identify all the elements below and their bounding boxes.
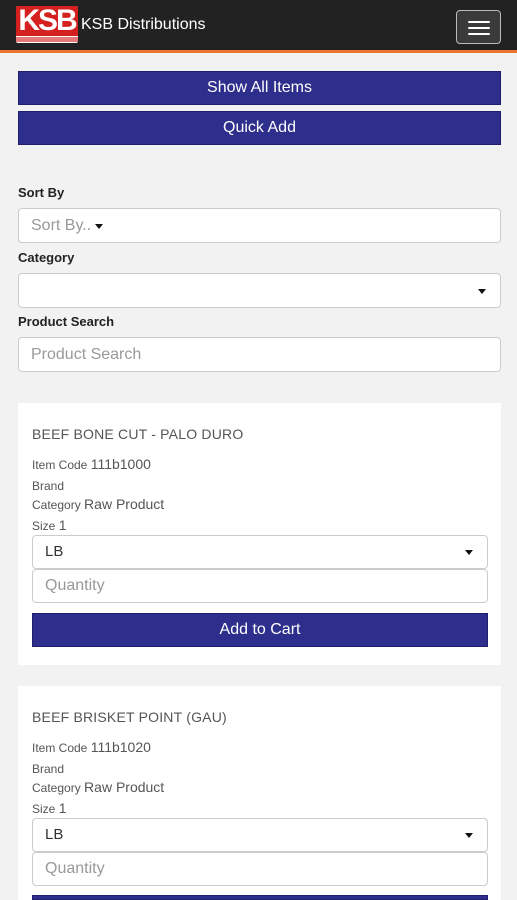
category-row: Category Raw Product <box>32 496 164 512</box>
brand-title[interactable]: KSB Distributions <box>81 15 206 35</box>
item-code-label: Item Code <box>32 741 88 755</box>
category-label: Category <box>18 250 75 265</box>
chevron-down-icon <box>478 289 486 294</box>
product-search-input[interactable]: Product Search <box>18 337 501 372</box>
sort-by-label: Sort By <box>18 185 65 200</box>
size-row: Size 1 <box>32 800 66 816</box>
quantity-input[interactable]: Quantity <box>32 852 488 886</box>
product-card: BEEF BONE CUT - PALO DURO Item Code 111b… <box>18 403 501 665</box>
category-value: Raw Product <box>84 779 165 795</box>
add-to-cart-button[interactable] <box>32 895 488 900</box>
category-row: Category Raw Product <box>32 779 164 795</box>
quantity-input[interactable]: Quantity <box>32 569 488 603</box>
menu-toggle-button[interactable] <box>456 10 501 44</box>
quick-add-button[interactable]: Quick Add <box>18 111 501 145</box>
logo-underline <box>16 37 78 42</box>
brand-label: Brand <box>32 762 65 776</box>
size-value: 1 <box>58 517 67 533</box>
unit-value: LB <box>45 826 64 843</box>
sort-by-select[interactable]: Sort By.. <box>18 208 501 243</box>
header-accent-line <box>0 50 517 53</box>
size-value: 1 <box>58 800 67 816</box>
add-to-cart-button[interactable]: Add to Cart <box>32 613 488 647</box>
size-row: Size 1 <box>32 517 66 533</box>
show-all-items-button[interactable]: Show All Items <box>18 71 501 105</box>
chevron-down-icon <box>95 224 103 229</box>
size-label: Size <box>32 802 56 816</box>
product-name: BEEF BRISKET POINT (GAU) <box>32 709 227 725</box>
item-code-value: 111b1000 <box>90 456 151 472</box>
item-code-label: Item Code <box>32 458 88 472</box>
category-label: Category <box>32 498 81 512</box>
item-code-row: Item Code 111b1020 <box>32 739 151 755</box>
unit-select[interactable]: LB <box>32 818 488 852</box>
brand-label: Brand <box>32 479 65 493</box>
item-code-row: Item Code 111b1000 <box>32 456 151 472</box>
category-select[interactable] <box>18 273 501 308</box>
unit-value: LB <box>45 543 64 560</box>
size-label: Size <box>32 519 56 533</box>
ksb-logo[interactable]: KSB <box>16 6 78 43</box>
chevron-down-icon <box>465 550 473 555</box>
category-label: Category <box>32 781 81 795</box>
unit-select[interactable]: LB <box>32 535 488 569</box>
brand-row: Brand <box>32 477 64 493</box>
top-navbar: KSB KSB Distributions <box>0 0 517 53</box>
brand-row: Brand <box>32 760 64 776</box>
category-value: Raw Product <box>84 496 165 512</box>
chevron-down-icon <box>465 833 473 838</box>
product-name: BEEF BONE CUT - PALO DURO <box>32 426 244 442</box>
sort-by-value: Sort By.. <box>31 217 92 234</box>
product-search-label: Product Search <box>18 314 115 329</box>
product-card: BEEF BRISKET POINT (GAU) Item Code 111b1… <box>18 686 501 900</box>
logo-text: KSB <box>16 6 78 36</box>
item-code-value: 111b1020 <box>90 739 151 755</box>
